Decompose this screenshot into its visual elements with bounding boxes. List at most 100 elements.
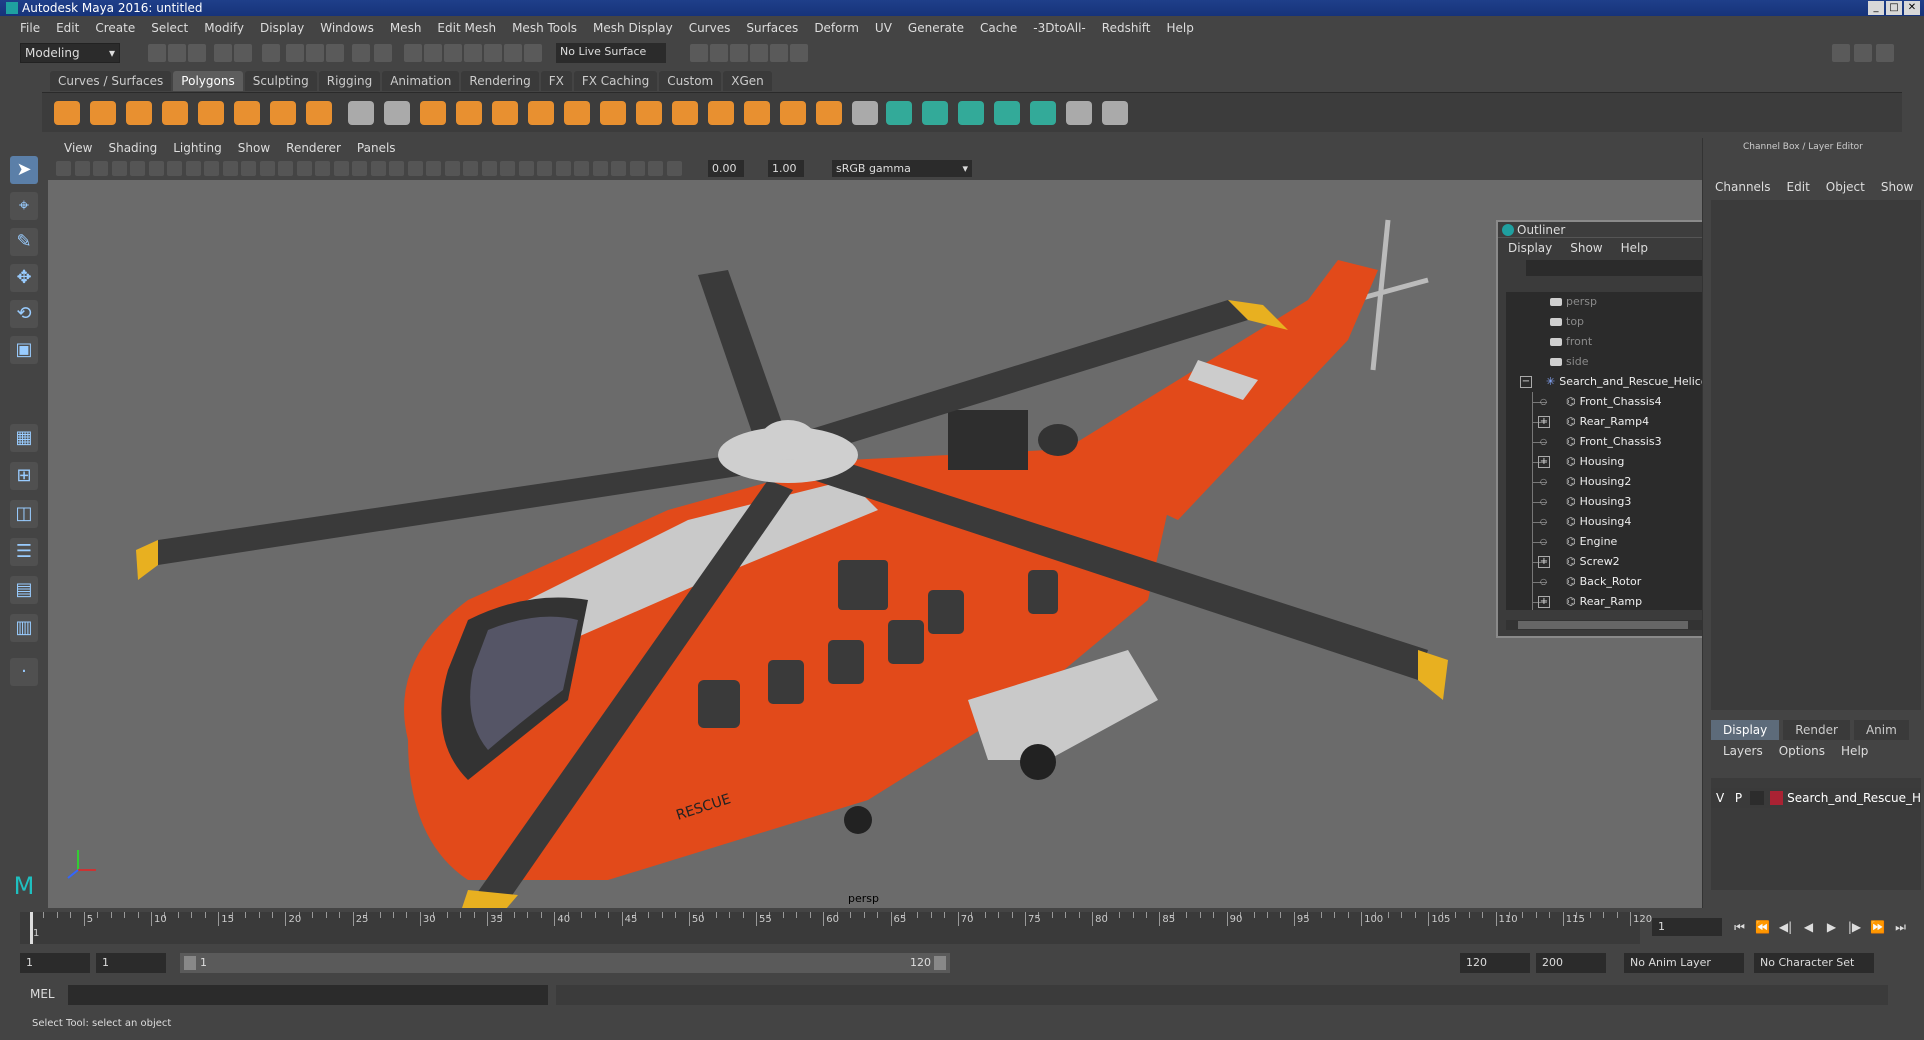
panel-tool-icon[interactable] — [611, 161, 626, 176]
panel-tool-icon[interactable] — [222, 161, 238, 176]
panel-tool-icon[interactable] — [93, 161, 108, 176]
channelbox-menu-object[interactable]: Object — [1826, 180, 1865, 194]
step-back-button[interactable]: ◀| — [1776, 918, 1795, 936]
menu-windows[interactable]: Windows — [312, 21, 382, 35]
panel-tool-icon[interactable] — [389, 161, 404, 176]
status-tool-icon[interactable] — [326, 44, 344, 62]
outliner-mesh-item[interactable]: + ⌬ Screw2 — [1506, 552, 1734, 572]
step-forward-button[interactable]: |▶ — [1845, 918, 1864, 936]
panel-tool-icon[interactable] — [574, 161, 589, 176]
shelf-tab-rendering[interactable]: Rendering — [461, 71, 539, 91]
menu-file[interactable]: File — [12, 21, 48, 35]
playback-end-field[interactable]: 120 — [1460, 953, 1530, 973]
scale-tool-icon[interactable]: ▣ — [10, 336, 38, 364]
gamma-field[interactable]: 1.00 — [768, 160, 804, 177]
panel-menu-show[interactable]: Show — [230, 141, 278, 155]
panel-tool-icon[interactable] — [278, 161, 293, 176]
paint-select-icon[interactable]: ✎ — [10, 228, 38, 256]
color-space-dropdown[interactable]: sRGB gamma ▾ — [832, 160, 972, 177]
step-back-key-button[interactable]: ⏪ — [1753, 918, 1772, 936]
shelf-tool-icon[interactable] — [528, 101, 554, 125]
status-tool-icon[interactable] — [286, 44, 304, 62]
panel-tool-icon[interactable] — [463, 161, 478, 176]
live-surface-field[interactable]: No Live Surface — [556, 43, 666, 63]
status-tool-icon[interactable] — [262, 44, 280, 62]
layer-type-toggle[interactable] — [1749, 791, 1765, 805]
status-tool-icon[interactable] — [524, 44, 542, 62]
menuset-dropdown[interactable]: Modeling ▾ — [20, 43, 120, 63]
status-tool-icon[interactable] — [168, 44, 186, 62]
outliner-mesh-item[interactable]: + ⌬ Rear_Ramp — [1506, 592, 1734, 610]
shelf-tool-icon[interactable] — [1066, 101, 1092, 125]
layout-single-icon[interactable]: ▦ — [10, 424, 38, 452]
shelf-tool-icon[interactable] — [672, 101, 698, 125]
panel-tool-icon[interactable] — [259, 161, 275, 176]
shelf-tool-icon[interactable] — [708, 101, 734, 125]
panel-tool-icon[interactable] — [537, 161, 552, 176]
lasso-tool-icon[interactable]: ⌖ — [10, 192, 38, 220]
menu-deform[interactable]: Deform — [806, 21, 867, 35]
menu-curves[interactable]: Curves — [681, 21, 739, 35]
status-tool-icon[interactable] — [404, 44, 422, 62]
panel-tool-icon[interactable] — [648, 161, 663, 176]
menu-help[interactable]: Help — [1158, 21, 1201, 35]
panel-tool-icon[interactable] — [241, 161, 256, 176]
maximize-button[interactable]: □ — [1886, 1, 1902, 15]
panel-tool-icon[interactable] — [592, 161, 608, 176]
expand-icon[interactable]: + — [1538, 456, 1550, 468]
shelf-tool-icon[interactable] — [994, 101, 1020, 125]
shelf-tool-icon[interactable] — [90, 101, 116, 125]
panel-tool-icon[interactable] — [333, 161, 349, 176]
workspace-icon[interactable] — [1832, 44, 1850, 62]
goto-start-button[interactable]: ⏮ — [1730, 918, 1749, 936]
menu--3dtoall-[interactable]: -3DtoAll- — [1025, 21, 1093, 35]
outliner-mesh-item[interactable]: + ⌬ Rear_Ramp4 — [1506, 412, 1734, 432]
status-tool-icon[interactable] — [214, 44, 232, 62]
layer-color-swatch[interactable] — [1770, 791, 1784, 805]
layer-playback-toggle[interactable]: P — [1729, 791, 1747, 805]
workspace-icon[interactable] — [1854, 44, 1872, 62]
panel-tool-icon[interactable] — [130, 161, 145, 176]
panel-tool-icon[interactable] — [500, 161, 515, 176]
panel-tool-icon[interactable] — [629, 161, 645, 176]
shelf-tool-icon[interactable] — [456, 101, 482, 125]
workspace-icon[interactable] — [1876, 44, 1894, 62]
panel-menu-shading[interactable]: Shading — [100, 141, 165, 155]
shelf-tool-icon[interactable] — [234, 101, 260, 125]
shelf-tool-icon[interactable] — [270, 101, 296, 125]
outliner-camera-item[interactable]: top — [1506, 312, 1734, 332]
outliner-menu-display[interactable]: Display — [1508, 241, 1552, 255]
status-tool-icon[interactable] — [484, 44, 502, 62]
shelf-tab-sculpting[interactable]: Sculpting — [244, 71, 317, 91]
status-tool-icon[interactable] — [770, 44, 788, 62]
play-forward-button[interactable]: ▶ — [1822, 918, 1841, 936]
channelbox-menu-edit[interactable]: Edit — [1787, 180, 1810, 194]
panel-tool-icon[interactable] — [444, 161, 460, 176]
minimize-button[interactable]: _ — [1868, 1, 1884, 15]
layout-more-icon[interactable]: · — [10, 658, 38, 686]
layer-tab-display[interactable]: Display — [1711, 720, 1780, 740]
outliner-mesh-item[interactable]: ○ ⌬ Housing3 — [1506, 492, 1734, 512]
shelf-tool-icon[interactable] — [852, 101, 878, 125]
shelf-tab-fx[interactable]: FX — [540, 71, 572, 91]
shelf-tool-icon[interactable] — [1030, 101, 1056, 125]
shelf-tab-xgen[interactable]: XGen — [723, 71, 772, 91]
shelf-tool-icon[interactable] — [744, 101, 770, 125]
expand-icon[interactable]: + — [1538, 596, 1550, 608]
panel-tool-icon[interactable] — [185, 161, 201, 176]
status-tool-icon[interactable] — [444, 44, 462, 62]
shelf-tool-icon[interactable] — [780, 101, 806, 125]
shelf-tab-curves-surfaces[interactable]: Curves / Surfaces — [50, 71, 172, 91]
layer-menu-layers[interactable]: Layers — [1723, 744, 1763, 758]
layer-menu-options[interactable]: Options — [1779, 744, 1825, 758]
status-tool-icon[interactable] — [750, 44, 768, 62]
outliner-mesh-item[interactable]: ○ ⌬ Front_Chassis4 — [1506, 392, 1734, 412]
character-set-dropdown[interactable]: No Character Set — [1754, 953, 1874, 973]
layer-tab-render[interactable]: Render — [1783, 720, 1850, 740]
layout-graph-icon[interactable]: ▤ — [10, 576, 38, 604]
layer-menu-help[interactable]: Help — [1841, 744, 1868, 758]
playback-start-field[interactable]: 1 — [96, 953, 166, 973]
status-tool-icon[interactable] — [504, 44, 522, 62]
panel-menu-panels[interactable]: Panels — [349, 141, 404, 155]
outliner-mesh-item[interactable]: ○ ⌬ Back_Rotor — [1506, 572, 1734, 592]
